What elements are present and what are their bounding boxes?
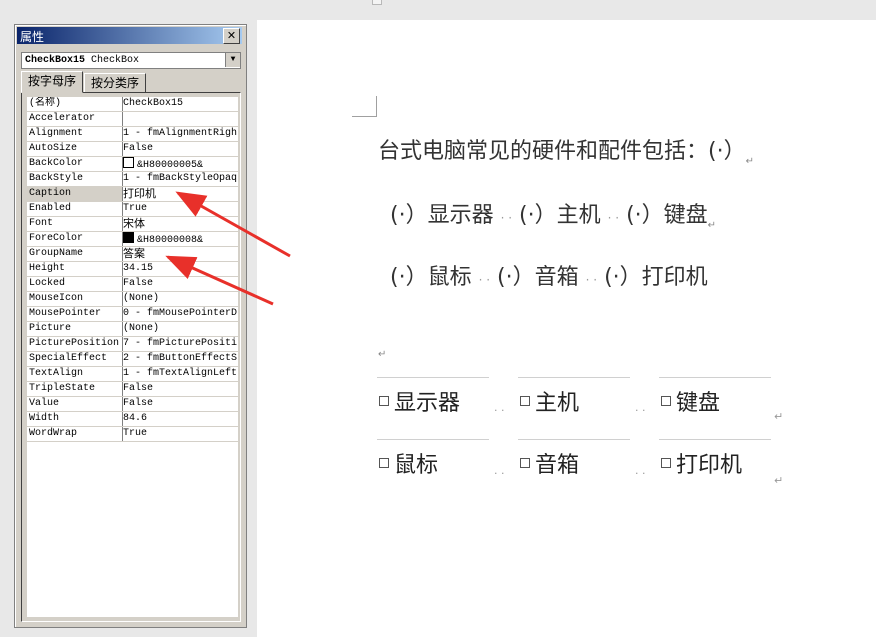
arrow-to-caption — [175, 191, 291, 258]
tab-alphabetic[interactable]: 按字母序 — [21, 71, 83, 93]
arrow-to-groupname — [165, 255, 274, 306]
annotation-arrows — [165, 191, 291, 306]
